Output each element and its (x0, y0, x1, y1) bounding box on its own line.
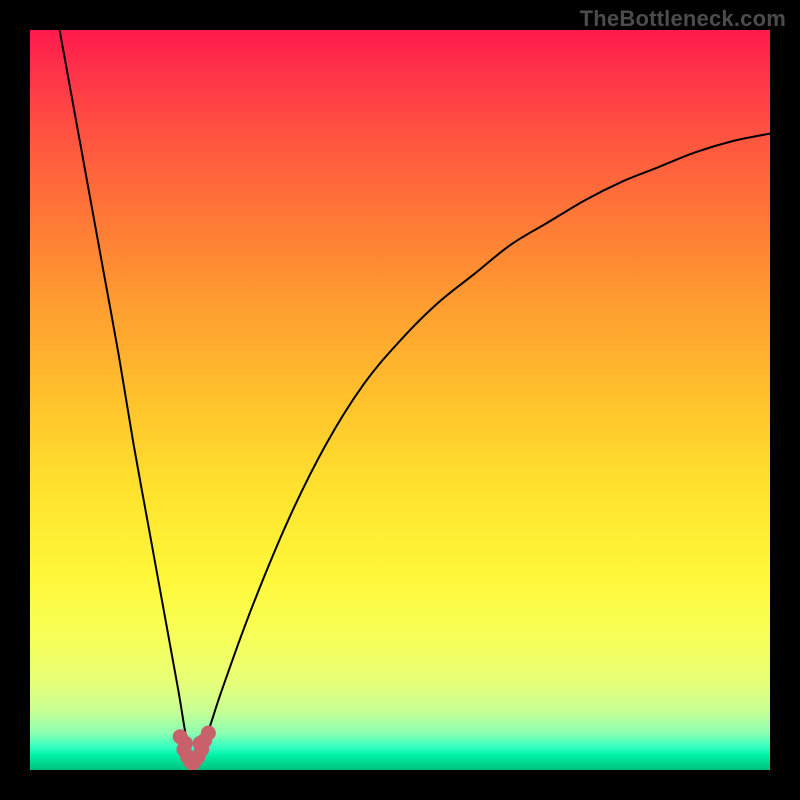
highlight-dots-layer (173, 726, 216, 771)
highlight-dot (193, 736, 208, 751)
highlight-dot (178, 736, 193, 751)
curve-layer (60, 30, 770, 770)
right-branch-curve (193, 134, 770, 770)
curves-svg (30, 30, 770, 770)
chart-frame: TheBottleneck.com (0, 0, 800, 800)
plot-area (30, 30, 770, 770)
watermark-text: TheBottleneck.com (580, 6, 786, 32)
left-branch-curve (60, 30, 193, 770)
